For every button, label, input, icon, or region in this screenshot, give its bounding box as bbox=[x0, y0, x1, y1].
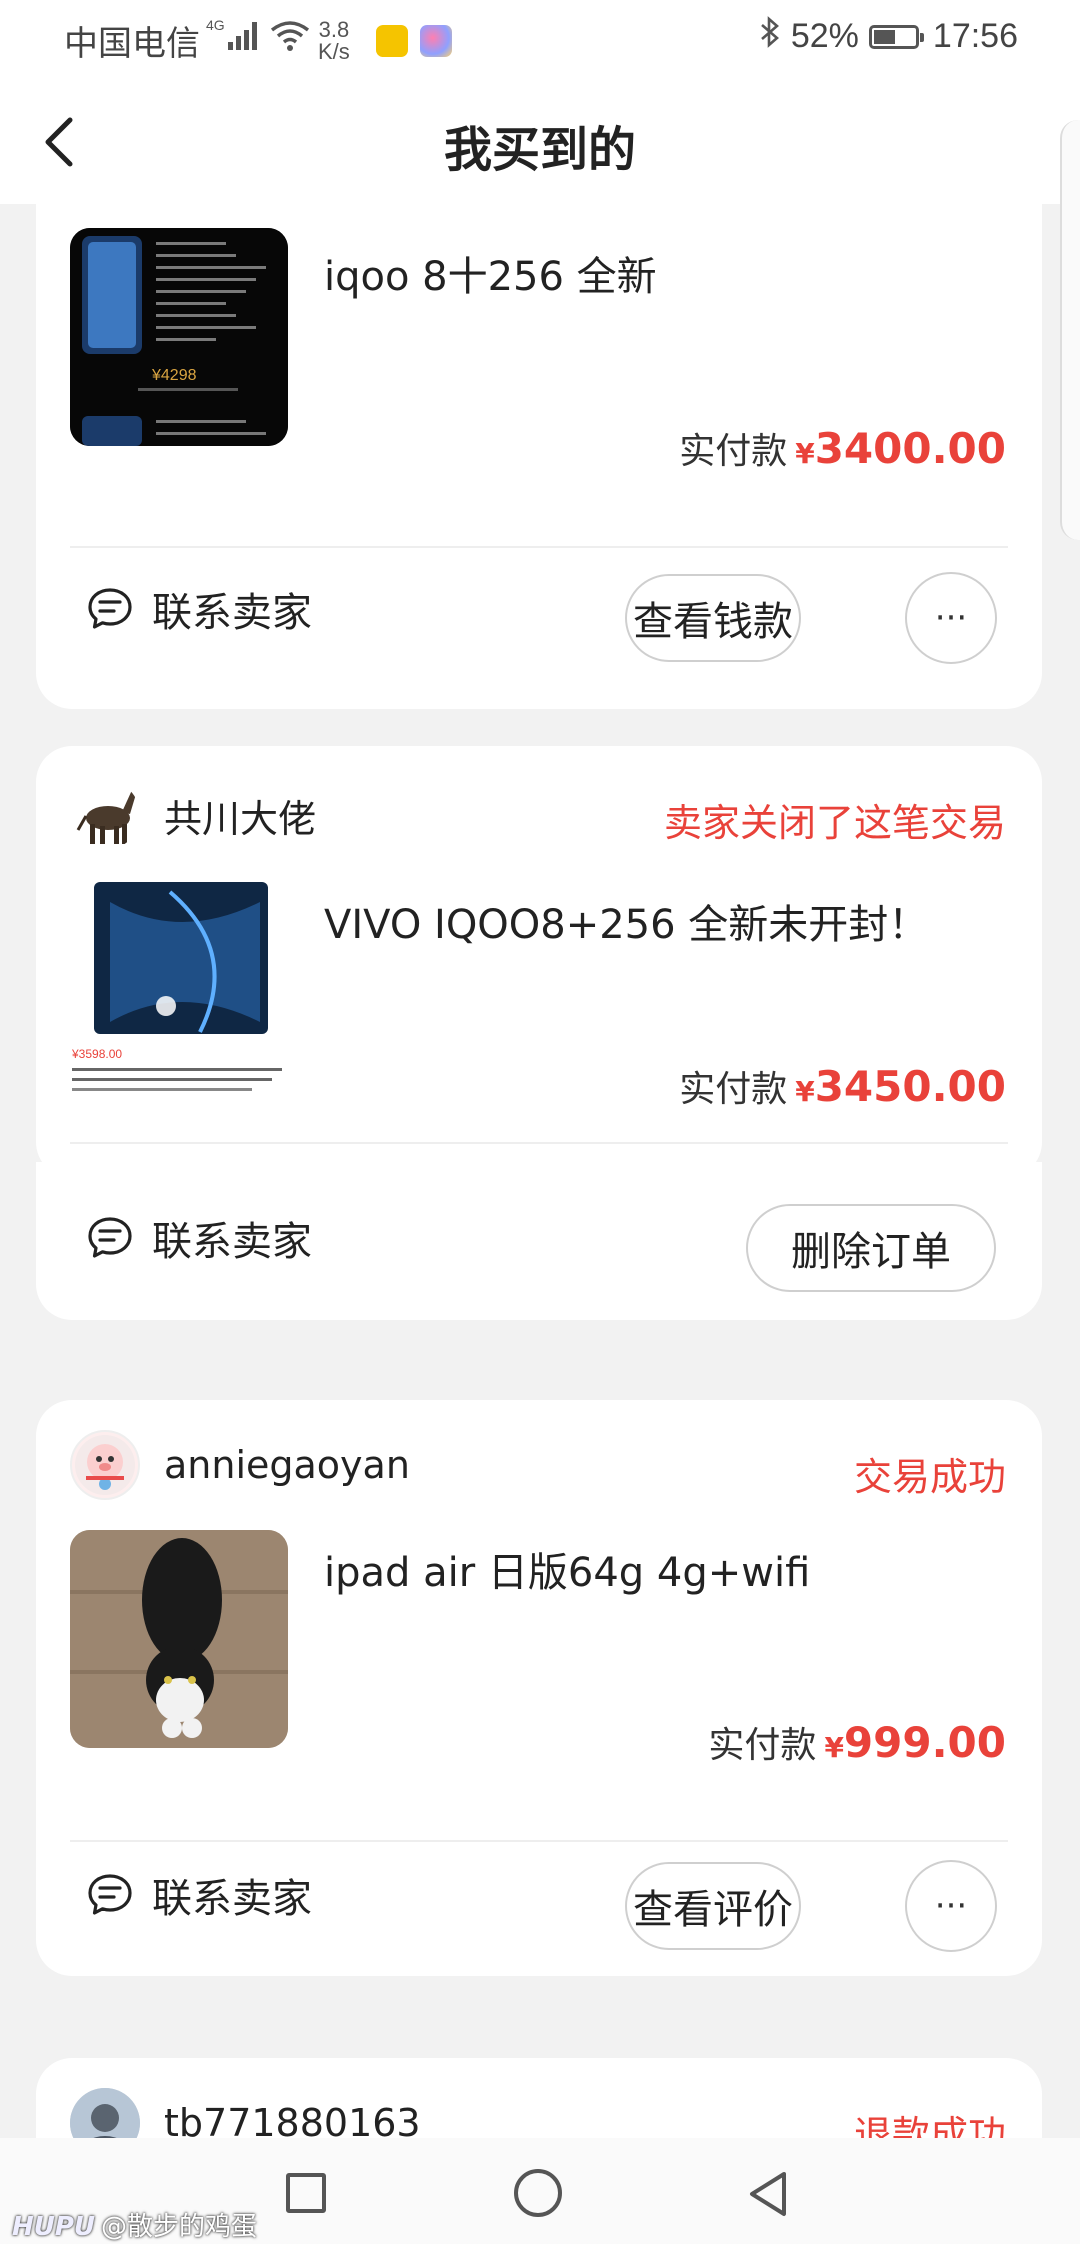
contact-seller-label: 联系卖家 bbox=[152, 590, 312, 636]
page-title: 我买到的 bbox=[443, 122, 636, 178]
seller-avatar bbox=[70, 1430, 140, 1500]
wifi-icon bbox=[270, 20, 310, 61]
recent-apps-icon[interactable] bbox=[286, 2173, 326, 2213]
currency-symbol: ¥ bbox=[795, 437, 815, 470]
clock: 17:56 bbox=[932, 17, 1018, 55]
contact-seller-label: 联系卖家 bbox=[152, 1876, 312, 1922]
order-status: 退款成功 bbox=[853, 2113, 1006, 2138]
contact-seller-button[interactable]: 联系卖家 bbox=[86, 1209, 312, 1267]
seller-info[interactable]: tb771880163 bbox=[70, 2088, 421, 2138]
signal-icon: 4G bbox=[206, 17, 262, 63]
seller-info[interactable]: anniegaoyan bbox=[70, 1430, 410, 1500]
watermark-user: @散步的鸡蛋 bbox=[101, 2212, 258, 2242]
currency-symbol: ¥ bbox=[795, 1075, 815, 1108]
app-icon bbox=[375, 24, 408, 57]
battery-icon bbox=[868, 24, 924, 49]
order-status: 交易成功 bbox=[853, 1455, 1006, 1499]
svg-text:¥3598.00: ¥3598.00 bbox=[71, 1047, 122, 1061]
phone-spec-image: ¥4298 bbox=[70, 228, 288, 446]
seller-name: tb771880163 bbox=[164, 2101, 421, 2138]
view-payment-button[interactable]: 查看钱款 bbox=[625, 574, 801, 662]
battery-percent: 52% bbox=[790, 17, 859, 55]
divider bbox=[70, 1142, 1008, 1144]
cat-photo-image bbox=[70, 1530, 288, 1748]
currency-symbol: ¥ bbox=[824, 1731, 844, 1764]
chat-bubble-icon bbox=[88, 1217, 132, 1258]
contact-seller-label: 联系卖家 bbox=[152, 1219, 312, 1265]
more-button[interactable]: ··· bbox=[905, 1860, 997, 1952]
divider bbox=[70, 546, 1008, 548]
price-value: 3400.00 bbox=[814, 424, 1006, 473]
svg-text:¥4298: ¥4298 bbox=[151, 367, 197, 384]
carrier-label: 中国电信 bbox=[64, 25, 200, 63]
price-value: 999.00 bbox=[843, 1718, 1006, 1767]
price-value: 3450.00 bbox=[814, 1062, 1006, 1111]
order-card: anniegaoyan 交易成功 ipad air 日版64g 4g+wifi … bbox=[36, 1400, 1042, 1976]
paid-label: 实付款 bbox=[679, 431, 788, 472]
paid-amount: 实付款 ¥ 999.00 bbox=[708, 1716, 1006, 1768]
status-bar: 中国电信 4G 3.8 K/s 52% 17:56 bbox=[0, 0, 1080, 76]
svg-text:4G: 4G bbox=[206, 18, 225, 33]
more-button[interactable]: ··· bbox=[905, 572, 997, 664]
home-icon[interactable] bbox=[514, 2169, 562, 2217]
seller-avatar bbox=[70, 2088, 140, 2138]
paid-amount: 实付款 ¥ 3400.00 bbox=[679, 422, 1006, 474]
order-card: ¥4298 iqoo 8十256 全新 实付款 ¥ 3400.00 联系卖家 查… bbox=[36, 204, 1042, 709]
app-icon bbox=[419, 24, 452, 57]
cartoon-pig-avatar-image bbox=[75, 1435, 135, 1495]
person-avatar-image bbox=[70, 2088, 140, 2138]
product-thumbnail[interactable] bbox=[70, 1530, 288, 1748]
contact-seller-button[interactable]: 联系卖家 bbox=[86, 1866, 312, 1924]
order-card: tb771880163 退款成功 bbox=[36, 2058, 1042, 2138]
order-status: 卖家关闭了这笔交易 bbox=[663, 801, 1006, 845]
seller-avatar bbox=[70, 780, 140, 850]
product-title[interactable]: iqoo 8十256 全新 bbox=[324, 244, 657, 302]
seller-name: 共川大佬 bbox=[164, 796, 317, 841]
seller-name: anniegaoyan bbox=[164, 1443, 410, 1487]
delete-order-button[interactable]: 删除订单 bbox=[746, 1204, 996, 1292]
divider bbox=[70, 1840, 1008, 1842]
chat-bubble-icon bbox=[88, 588, 132, 629]
back-triangle-icon[interactable] bbox=[744, 2168, 792, 2224]
bluetooth-icon bbox=[759, 16, 781, 57]
seller-info[interactable]: 共川大佬 bbox=[70, 780, 316, 850]
app-header: 我买到的 bbox=[0, 76, 1080, 204]
chat-bubble-icon bbox=[88, 1874, 132, 1915]
view-review-button[interactable]: 查看评价 bbox=[625, 1862, 801, 1950]
contact-seller-button[interactable]: 联系卖家 bbox=[86, 580, 312, 638]
paid-amount: 实付款 ¥ 3450.00 bbox=[679, 1060, 1006, 1112]
paid-label: 实付款 bbox=[708, 1725, 817, 1766]
phone-listing-image: ¥3598.00 bbox=[70, 882, 288, 1100]
product-thumbnail[interactable]: ¥3598.00 bbox=[70, 882, 288, 1100]
order-list[interactable]: ¥4298 iqoo 8十256 全新 实付款 ¥ 3400.00 联系卖家 查… bbox=[0, 204, 1080, 2138]
network-speed: 3.8 K/s bbox=[318, 16, 350, 64]
product-title[interactable]: VIVO IQOO8+256 全新未开封！ bbox=[324, 892, 928, 950]
donkey-avatar-image bbox=[76, 782, 136, 844]
product-thumbnail[interactable]: ¥4298 bbox=[70, 228, 288, 446]
paid-label: 实付款 bbox=[679, 1069, 788, 1110]
watermark-brand: HUPU bbox=[12, 2212, 96, 2242]
product-title[interactable]: ipad air 日版64g 4g+wifi bbox=[324, 1540, 810, 1598]
watermark: HUPU @散步的鸡蛋 bbox=[12, 2206, 257, 2243]
order-card: 共川大佬 卖家关闭了这笔交易 ¥3598.00 VIVO IQOO8+256 全… bbox=[36, 746, 1042, 1178]
